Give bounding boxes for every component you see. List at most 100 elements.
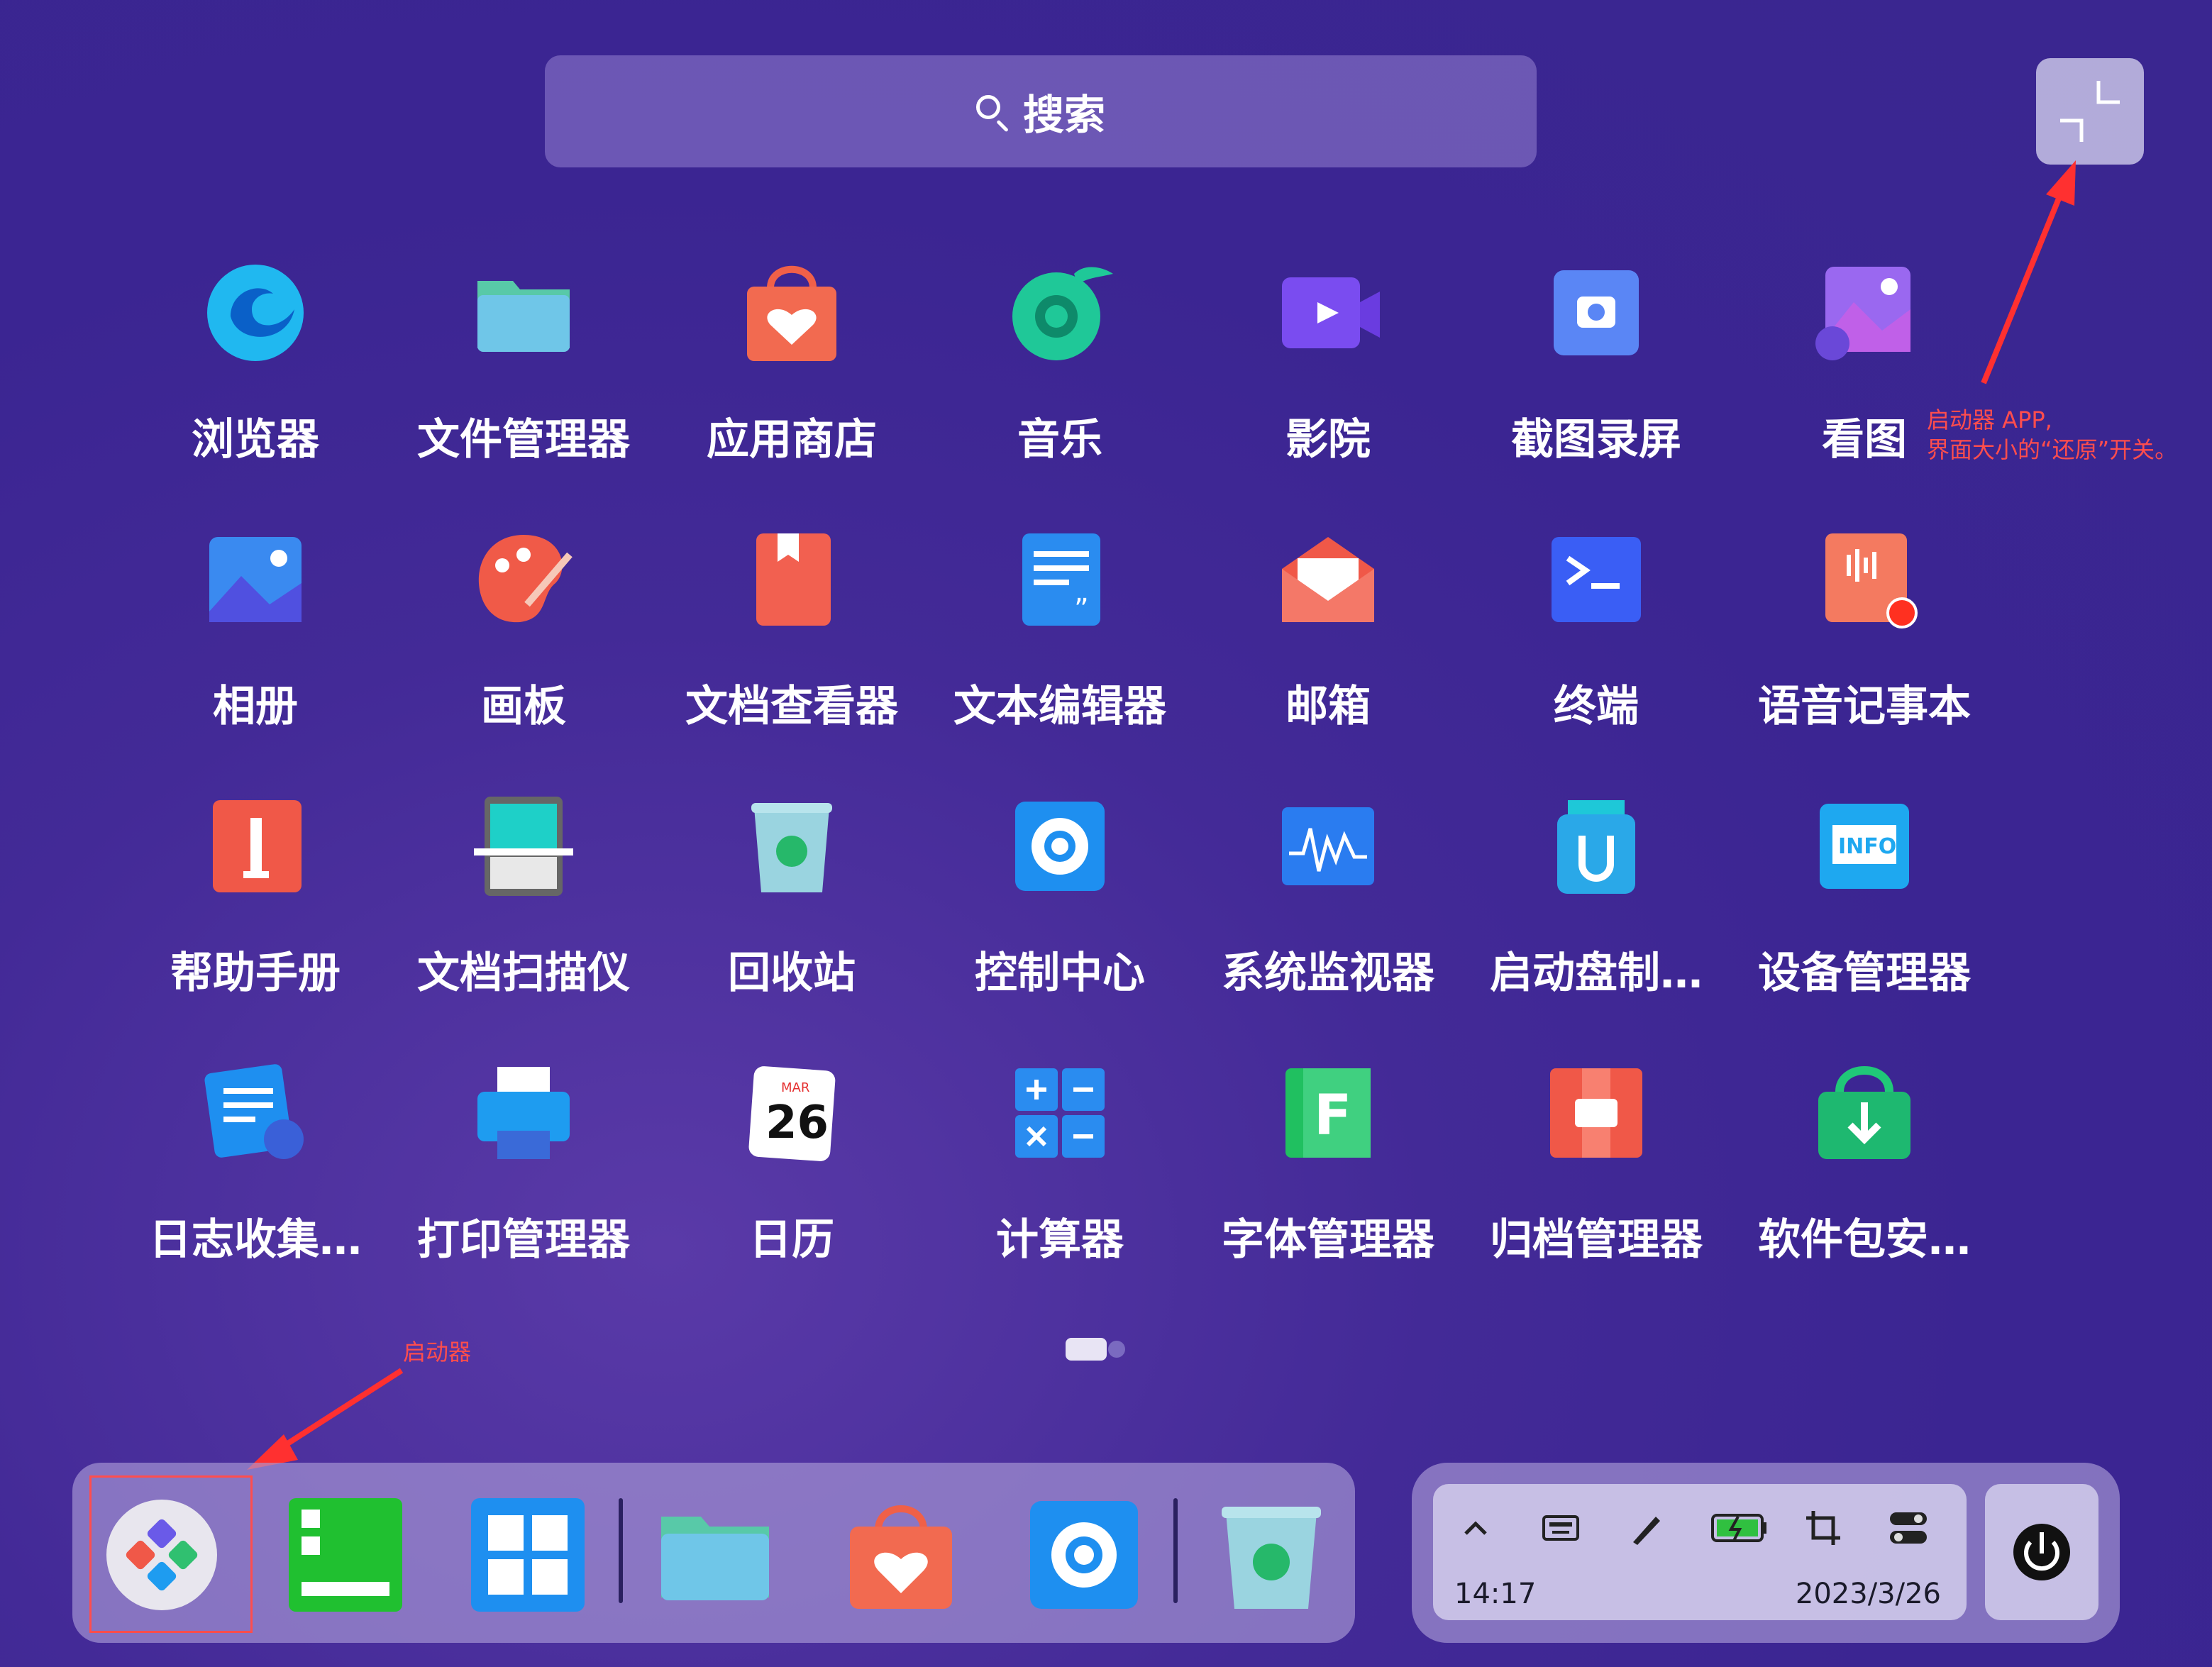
app-movie[interactable]: 影院 [1222,260,1434,515]
app-label: 字体管理器 [1222,1215,1434,1265]
app-calendar[interactable]: MAR 26 日历 [685,1060,898,1315]
app-label: 控制中心 [975,948,1145,998]
dock-workspace[interactable] [471,1498,585,1612]
app-label: 启动盘制… [1490,948,1703,998]
dock-trash[interactable] [1215,1498,1328,1612]
app-store-icon [747,265,836,361]
device-manager-icon: INFO [1820,804,1909,889]
app-trash[interactable]: 回收站 [685,793,898,1048]
app-voice-note[interactable]: 语音记事本 [1758,526,1971,782]
app-app-store[interactable]: 应用商店 [685,260,898,515]
launcher-icon [106,1500,217,1610]
trash-icon [751,803,832,892]
boot-maker-icon [1557,800,1635,894]
app-album[interactable]: 相册 [149,526,362,782]
calendar-icon: MAR 26 [748,1066,836,1161]
screenshot-icon [1554,270,1639,355]
app-mail[interactable]: 邮箱 [1222,526,1434,782]
battery-icon[interactable] [1710,1507,1769,1549]
app-label: 打印管理器 [417,1215,630,1265]
calendar-day: 26 [765,1097,829,1149]
dock-control-center[interactable] [1027,1498,1141,1612]
search-bar[interactable]: 搜索 [545,55,1537,167]
mail-icon [1282,537,1374,622]
toggle-settings-icon[interactable] [1887,1507,1930,1549]
app-label: 日志收集… [149,1215,362,1265]
restore-size-button[interactable] [2036,58,2144,165]
chevron-up-icon[interactable] [1454,1507,1497,1549]
app-label: 归档管理器 [1490,1215,1703,1265]
app-scanner[interactable]: 文档扫描仪 [417,793,630,1048]
app-boot-maker[interactable]: 启动盘制… [1490,793,1703,1048]
image-viewer-icon [1815,267,1910,360]
app-terminal[interactable]: 终端 [1490,526,1703,782]
log-collector-icon [204,1064,304,1159]
power-button[interactable] [1985,1484,2098,1620]
browser-icon [207,265,304,361]
print-manager-icon [477,1067,570,1159]
app-package-installer[interactable]: 软件包安… [1758,1060,1971,1315]
app-document-viewer[interactable]: 文档查看器 [685,526,898,782]
app-label: 浏览器 [192,415,319,465]
app-store-icon [850,1505,952,1609]
tray-panel: 14:17 2023/3/26 [1433,1484,1967,1620]
document-viewer-icon [756,533,831,626]
app-label: 设备管理器 [1758,948,1971,998]
search-label: 搜索 [1022,91,1105,139]
app-label: 文件管理器 [417,415,630,465]
app-label: 回收站 [728,948,856,998]
control-center-icon [1030,1501,1138,1609]
app-log-collector[interactable]: 日志收集… [149,1060,362,1315]
app-image-viewer[interactable]: 看图 [1758,260,1971,515]
dock-separator [619,1498,623,1603]
app-screenshot[interactable]: 截图录屏 [1490,260,1703,515]
taskbar-dock [72,1463,1355,1643]
terminal-icon [1552,537,1641,622]
app-label: 相册 [213,682,298,731]
app-label: 系统监视器 [1222,948,1434,998]
app-music[interactable]: 音乐 [953,260,1166,515]
keyboard-icon[interactable] [1539,1507,1582,1549]
archive-manager-icon [1550,1068,1642,1158]
power-icon [2013,1524,2070,1580]
screenshot-crop-icon[interactable] [1802,1507,1845,1549]
app-label: 音乐 [1017,415,1102,465]
pen-icon[interactable] [1625,1507,1667,1549]
tray-date[interactable]: 2023/3/26 [1796,1578,1941,1610]
app-label: 文本编辑器 [953,682,1166,731]
svg-text:INFO: INFO [1838,834,1896,859]
package-installer-icon [1818,1066,1910,1159]
app-browser[interactable]: 浏览器 [149,260,362,515]
app-font-manager[interactable]: F 字体管理器 [1222,1060,1434,1315]
app-help-manual[interactable]: 帮助手册 [149,793,362,1048]
app-text-editor[interactable]: ” 文本编辑器 [953,526,1166,782]
app-system-monitor[interactable]: 系统监视器 [1222,793,1434,1048]
dock-launcher[interactable] [105,1498,219,1612]
dock-file-manager[interactable] [658,1498,772,1612]
app-label: 画板 [481,682,566,731]
app-label: 文档查看器 [685,682,898,731]
calendar-month: MAR [781,1080,809,1095]
font-manager-icon: F [1285,1068,1371,1158]
scanner-icon [474,797,573,896]
svg-text:F: F [1314,1084,1351,1148]
app-device-manager[interactable]: INFO 设备管理器 [1758,793,1971,1048]
page-indicator[interactable] [1066,1335,1128,1363]
app-label: 影院 [1285,415,1371,465]
dock-multitask-view[interactable] [289,1498,402,1612]
trash-icon [1222,1507,1321,1609]
app-label: 软件包安… [1758,1215,1971,1265]
multitask-view-icon [289,1498,402,1612]
draw-icon [478,535,573,623]
tray-clock[interactable]: 14:17 [1454,1578,1536,1610]
app-control-center[interactable]: 控制中心 [953,793,1166,1048]
file-manager-icon [661,1517,769,1600]
calculator-icon [1015,1068,1105,1158]
app-calculator[interactable]: 计算器 [953,1060,1166,1315]
app-draw[interactable]: 画板 [417,526,630,782]
app-print-manager[interactable]: 打印管理器 [417,1060,630,1315]
movie-icon [1282,277,1380,348]
dock-app-store[interactable] [844,1498,958,1612]
app-archive-manager[interactable]: 归档管理器 [1490,1060,1703,1315]
app-file-manager[interactable]: 文件管理器 [417,260,630,515]
